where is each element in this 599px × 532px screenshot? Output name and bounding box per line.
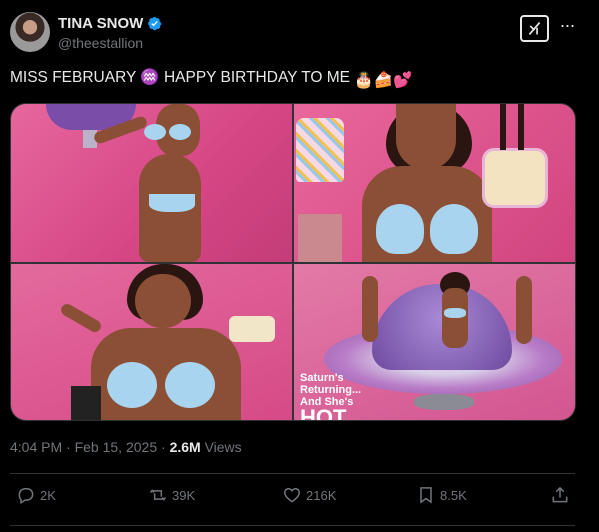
repost-icon: [149, 489, 167, 501]
bikini-top-left: [107, 362, 157, 408]
bikini-top-right: [430, 204, 478, 254]
tweet-meta: 4:04 PM · Feb 15, 2025 · 2.6M Views: [10, 439, 242, 455]
bikini-top-left: [144, 124, 166, 140]
mini-figure-leg: [500, 104, 506, 150]
media-photo-1[interactable]: [11, 104, 292, 262]
media-photo-2[interactable]: [294, 104, 575, 262]
figure-arm-left: [58, 301, 104, 335]
figure-face: [396, 104, 456, 170]
bikini-top-right: [165, 362, 215, 408]
figure-face: [135, 274, 191, 328]
more-options-icon[interactable]: ···: [557, 16, 577, 37]
media-grid: Saturn's Returning... And She's HOT: [10, 103, 576, 421]
reply-button[interactable]: 2K: [16, 485, 56, 505]
reply-count: 2K: [40, 487, 56, 503]
tweet-actions: 2K 39K 216K 8.5K: [10, 485, 575, 511]
media-photo-3[interactable]: [11, 264, 292, 420]
figure-right: [516, 276, 532, 344]
share-button[interactable]: [550, 485, 570, 505]
divider-top: [10, 473, 575, 474]
avatar[interactable]: [10, 12, 50, 52]
bikini-top-right: [169, 124, 191, 140]
jeweled-cake-shape: [296, 118, 344, 182]
reply-icon: [18, 488, 34, 504]
figure-center: [442, 288, 468, 348]
verified-badge-icon: [148, 16, 162, 31]
like-count: 216K: [306, 487, 337, 503]
bookmark-button[interactable]: 8.5K: [416, 485, 467, 505]
share-icon: [552, 486, 568, 503]
tweet-text-content: MISS FEBRUARY ♒ HAPPY BIRTHDAY TO ME: [10, 69, 351, 86]
magazine-cover-text: Saturn's Returning... And She's: [300, 372, 361, 408]
shortcake-emoji: 🍰: [373, 72, 393, 89]
tweet-time[interactable]: 4:04 PM: [10, 439, 62, 455]
cover-line-2: Returning...: [300, 384, 362, 396]
meta-separator: ·: [161, 439, 170, 455]
repost-button[interactable]: 39K: [148, 485, 195, 505]
cover-line-1: Saturn's: [300, 372, 344, 384]
repost-count: 39K: [172, 487, 196, 503]
author-display-name[interactable]: TINA SNOW: [58, 15, 143, 32]
mini-figure-leg-2: [518, 104, 524, 150]
decorated-cake: [482, 148, 548, 208]
grok-icon: [528, 21, 541, 36]
chair-shape: [71, 386, 101, 420]
tweet-text: MISS FEBRUARY ♒ HAPPY BIRTHDAY TO ME 🎂🍰💕: [10, 68, 412, 90]
divider-bottom: [10, 525, 575, 526]
bikini-center: [444, 308, 466, 318]
grok-button[interactable]: [520, 15, 549, 42]
bookmark-icon: [420, 487, 432, 504]
magazine-cover-headline: HOT: [300, 405, 347, 421]
cake-pedestal: [298, 214, 342, 262]
bookmark-count: 8.5K: [440, 487, 467, 503]
meta-separator: ·: [66, 439, 75, 455]
birthday-cake-emoji: 🎂: [354, 72, 374, 89]
bikini-top-left: [376, 204, 424, 254]
author-name-row: TINA SNOW: [58, 15, 162, 32]
views-count: 2.6M: [169, 439, 201, 455]
media-photo-4[interactable]: Saturn's Returning... And She's HOT: [294, 264, 575, 421]
bikini-bottom: [149, 194, 195, 212]
author-handle[interactable]: @theestallion: [58, 35, 143, 51]
figure-left: [362, 276, 378, 342]
cake-slice: [229, 316, 275, 342]
tweet-header: TINA SNOW @theestallion ···: [10, 12, 589, 54]
tweet-date[interactable]: Feb 15, 2025: [75, 439, 158, 455]
heart-icon: [283, 487, 301, 503]
like-button[interactable]: 216K: [282, 485, 336, 505]
platter-base: [414, 394, 474, 410]
views-label: Views: [204, 439, 242, 455]
two-hearts-emoji: 💕: [392, 72, 413, 89]
